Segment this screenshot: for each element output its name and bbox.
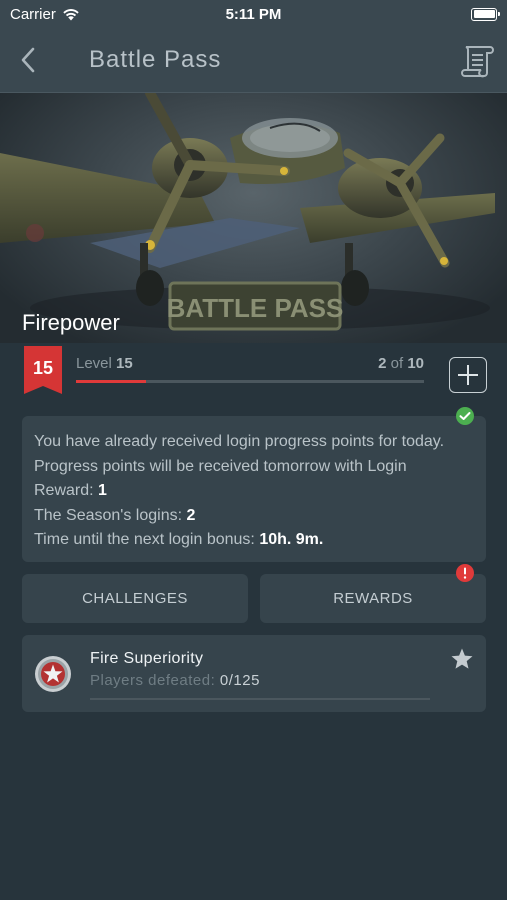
battle-pass-plate-text: BATTLE PASS	[167, 293, 344, 323]
hero-banner: BATTLE PASS Firepower	[0, 93, 507, 343]
challenge-metric: Players defeated: 0/125	[90, 672, 260, 689]
back-button[interactable]	[0, 28, 56, 93]
plus-icon	[458, 365, 478, 385]
bomber-aircraft-illustration: BATTLE PASS	[0, 93, 495, 331]
info-line-2: Progress points will be received tomorro…	[34, 457, 407, 475]
scroll-button[interactable]	[457, 41, 497, 81]
login-info-card: You have already received login progress…	[22, 416, 486, 562]
page-title: Battle Pass	[89, 46, 222, 73]
scroll-icon	[461, 46, 494, 78]
info-line-4: The Season's logins: 2	[34, 506, 196, 524]
info-line-5: Time until the next login bonus: 10h. 9m…	[34, 531, 324, 548]
challenge-name: Fire Superiority	[90, 650, 204, 667]
rewards-button[interactable]: REWARDS	[260, 574, 486, 623]
level-progress-text: 2 of 10	[378, 355, 424, 372]
season-title: Firepower	[22, 310, 120, 335]
challenge-item[interactable]: Fire Superiority Players defeated: 0/125	[22, 635, 486, 712]
carrier-label: Carrier	[10, 5, 56, 23]
level-label: Level 15	[76, 355, 133, 372]
level-progress-fill	[76, 380, 146, 383]
status-bar: Carrier 5:11 PM	[0, 0, 507, 28]
nav-bar: Battle Pass	[0, 28, 507, 93]
buy-level-button[interactable]	[449, 357, 487, 393]
chevron-left-icon	[21, 47, 35, 73]
wifi-icon	[63, 9, 79, 21]
star-emblem-icon	[35, 656, 71, 692]
check-circle-icon	[456, 407, 474, 425]
info-line-3: Reward: 1	[34, 482, 107, 499]
challenges-button[interactable]: CHALLENGES	[22, 574, 248, 623]
info-line-1: You have already received login progress…	[34, 433, 445, 450]
level-progress-bar	[76, 380, 424, 383]
status-time: 5:11 PM	[225, 5, 282, 23]
star-icon[interactable]	[450, 647, 474, 671]
level-number: 15	[116, 355, 133, 372]
battery-icon	[471, 7, 500, 21]
exclamation-circle-icon	[456, 564, 474, 582]
challenge-progress-bar	[90, 698, 430, 700]
level-badge-icon	[24, 346, 62, 394]
